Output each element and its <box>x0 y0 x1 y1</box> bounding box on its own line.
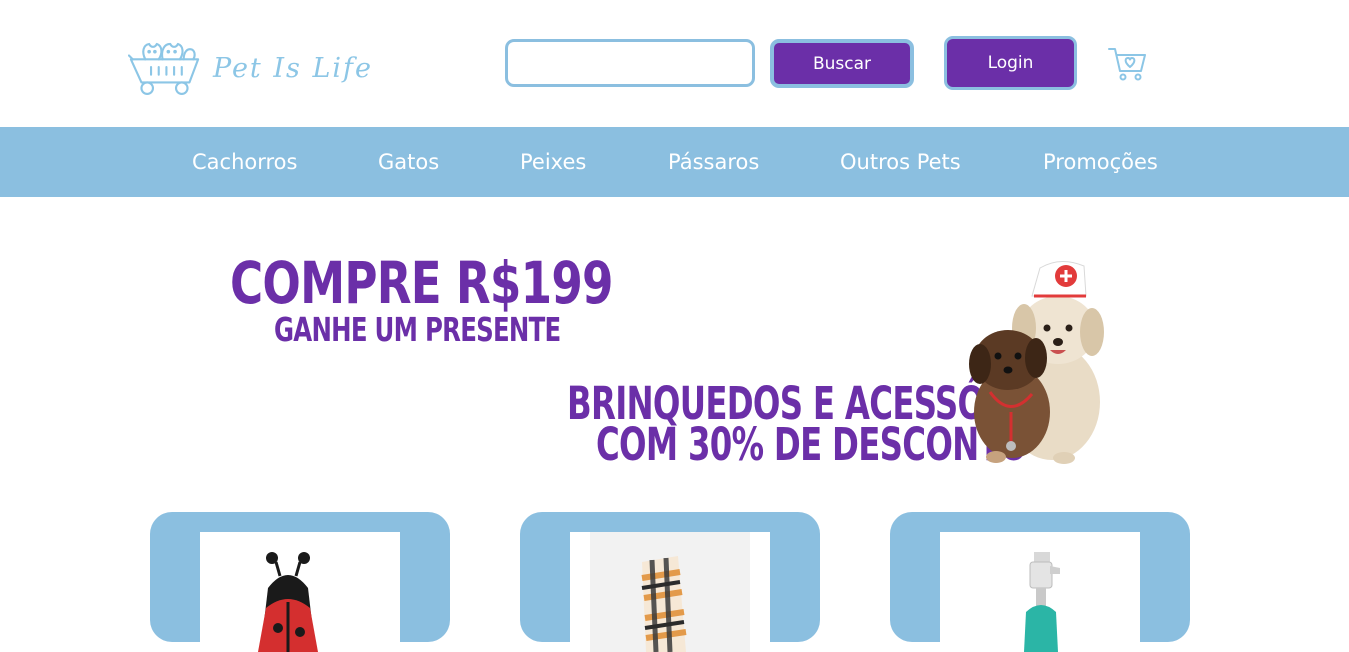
spray-bottle-image <box>1024 552 1060 652</box>
site-header: Pet Is Life Buscar Login <box>0 0 1349 127</box>
login-button[interactable]: Login <box>944 36 1077 90</box>
product-card-2[interactable] <box>520 512 820 652</box>
shopping-cart-icon[interactable] <box>1107 43 1147 83</box>
plaid-blanket-image <box>590 532 750 652</box>
product-card-3[interactable] <box>890 512 1190 652</box>
nav-item-outros-pets[interactable]: Outros Pets <box>840 127 961 197</box>
brand-name: Pet Is Life <box>212 52 373 84</box>
site-logo[interactable]: Pet Is Life <box>128 38 373 98</box>
nav-item-peixes[interactable]: Peixes <box>520 127 586 197</box>
category-nav: Cachorros Gatos Peixes Pássaros Outros P… <box>0 127 1349 197</box>
product-image <box>940 532 1140 652</box>
banner-headline: COMPRE R$199 <box>230 249 614 317</box>
product-image <box>570 532 770 652</box>
search-input[interactable] <box>505 39 755 87</box>
nurse-dogs-image <box>969 261 1104 464</box>
nav-item-gatos[interactable]: Gatos <box>378 127 439 197</box>
nav-item-passaros[interactable]: Pássaros <box>668 127 759 197</box>
promo-banner[interactable]: COMPRE R$199 GANHE UM PRESENTE BRINQUEDO… <box>0 197 1349 492</box>
product-card-1[interactable] <box>150 512 450 652</box>
product-image <box>200 532 400 652</box>
nav-item-cachorros[interactable]: Cachorros <box>192 127 297 197</box>
nav-item-promocoes[interactable]: Promoções <box>1043 127 1158 197</box>
ladybug-costume-image <box>258 552 318 652</box>
banner-subheadline: GANHE UM PRESENTE <box>274 310 561 349</box>
pet-wagon-logo-icon <box>128 42 200 95</box>
search-button[interactable]: Buscar <box>770 39 914 88</box>
